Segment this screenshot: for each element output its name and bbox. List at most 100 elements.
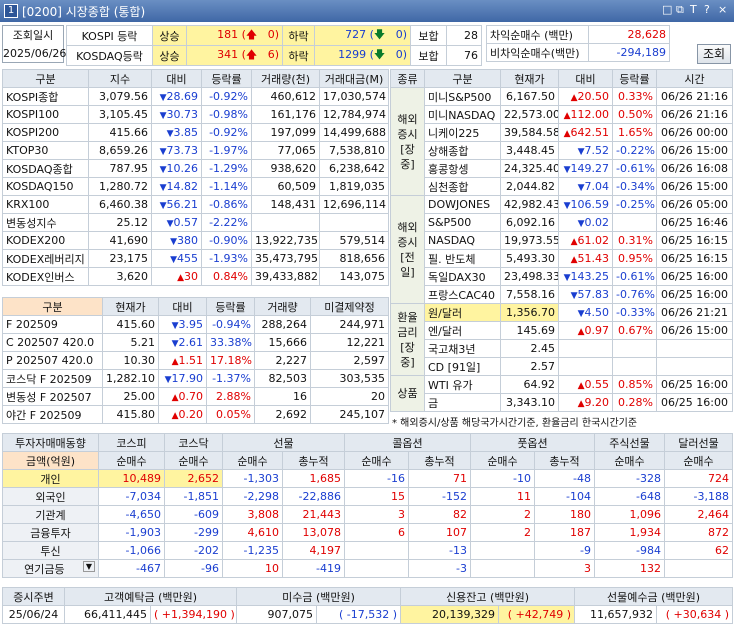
table-row[interactable]: 상품 WTI 유가 64.92 ▲0.55 0.85% 06/25 16:00 (390, 375, 733, 412)
down-triangle-icon: ▼ (170, 255, 177, 265)
table-row[interactable]: F 202509 415.60 ▼3.95 -0.94% 288,264 244… (2, 315, 389, 334)
table-row[interactable]: 심천종합 2,044.82 ▼7.04 -0.34% 06/26 15:00 (391, 177, 733, 196)
col-header: 선물 (222, 433, 345, 452)
table-row[interactable]: 니케이225 39,584.58 ▲642.51 1.65% 06/26 00:… (391, 123, 733, 142)
close-icon[interactable]: × (718, 3, 727, 16)
table-row[interactable]: 국고채3년 2.45 (391, 339, 733, 358)
table-row[interactable]: KODEX200 41,690 ▼380 -0.90% 13,922,735 5… (2, 231, 389, 250)
table-row[interactable]: 상해종합 3,448.45 ▼7.52 -0.22% 06/26 15:00 (391, 141, 733, 160)
world-name: 독일DAX30 (424, 267, 501, 286)
table-row[interactable]: NASDAQ 19,973.55 ▲61.02 0.31% 06/25 16:1… (391, 231, 733, 250)
table-row[interactable]: 투신 -1,066 -202 -1,235 4,197 -13 -9 -984 62 (2, 541, 733, 560)
table-row[interactable]: KODEX인버스 3,620 ▲30 0.84% 39,433,882 143,… (2, 267, 389, 286)
table-row[interactable]: KOSDAQ150 1,280.72 ▼14.82 -1.14% 60,509 … (2, 177, 389, 196)
table-row[interactable]: 해외 증시 [전일] DOWJONES 42,982.43 ▼106.59 -0… (390, 195, 733, 304)
world-change: ▲9.20 (558, 393, 613, 412)
investor-value: 132 (594, 559, 665, 578)
world-rate: -0.61% (612, 267, 657, 286)
col-subheader: 총누적 (408, 451, 471, 470)
table-row[interactable]: P 202507 420.0 10.30 ▲1.51 17.18% 2,227 … (2, 351, 389, 370)
table-row[interactable]: 개인 10,489 2,652 -1,303 1,685 -16 71 -10 -48 -328… (2, 469, 733, 488)
investor-value: -152 (408, 487, 471, 506)
index-volume: 39,433,882 (251, 267, 320, 286)
query-button[interactable]: 조회 (697, 44, 731, 64)
investor-type: ▼ 연기금등 (2, 559, 99, 578)
index-volume: 35,473,795 (251, 249, 320, 268)
investor-value: 724 (664, 469, 733, 488)
index-name: KOSPI100 (2, 105, 89, 124)
table-row[interactable]: KOSPI종합 3,079.56 ▼28.69 -0.92% 460,612 1… (2, 87, 389, 106)
index-change: ▼14.82 (151, 177, 202, 196)
table-row[interactable]: S&P500 6,092.16 ▼0.02 06/25 16:46 (391, 213, 733, 232)
index-value: 8,659.26 (88, 141, 152, 160)
index-rate: -1.29% (201, 159, 252, 178)
table-row[interactable]: 독일DAX30 23,498.33 ▼143.25 -0.61% 06/25 1… (391, 267, 733, 286)
date-value: 2025/06/26 (3, 47, 67, 60)
col-header: 증시주변 (2, 587, 65, 606)
col-header: 대비 (158, 297, 207, 316)
investor-value: -22,886 (282, 487, 345, 506)
world-rate: 0.67% (612, 321, 657, 340)
table-row[interactable]: 홍콩항셍 24,325.40 ▼149.27 -0.61% 06/26 16:0… (391, 159, 733, 178)
index-change: ▼10.26 (151, 159, 202, 178)
nonarbitrage-label: 비차익순매수(백만) (486, 43, 589, 62)
table-row[interactable]: KRX100 6,460.38 ▼56.21 -0.86% 148,431 12… (2, 195, 389, 214)
investor-value: -1,903 (98, 523, 165, 542)
col-header: 등락률 (612, 69, 657, 88)
world-price: 24,325.40 (500, 159, 559, 178)
index-rate: 0.84% (201, 267, 252, 286)
index-rate: -1.93% (201, 249, 252, 268)
table-row[interactable]: ▼ 연기금등 -467 -96 10 -419 -3 3 132 (2, 559, 733, 578)
table-row[interactable]: 야간 F 202509 415.80 ▲0.20 0.05% 2,692 245… (2, 405, 389, 424)
date-box: 조회일시 2025/06/26 (2, 25, 67, 63)
futures-name: 변동성 F 202507 (2, 387, 103, 406)
table-row[interactable]: 금융투자 -1,903 -299 4,610 13,078 6 107 2 187 1,934 8… (2, 523, 733, 542)
down-triangle-icon: ▼ (577, 309, 585, 319)
table-row[interactable]: KOSPI200 415.66 ▼3.85 -0.92% 197,099 14,… (2, 123, 389, 142)
window-icon-2[interactable]: ⧉ (676, 3, 684, 17)
world-table: 종류 구분 현재가 대비 등락률 시간 해외 증시 [장중] 미니S&P500 … (390, 69, 733, 431)
futures-price: 10.30 (102, 351, 159, 370)
window-icon-1[interactable]: □ (662, 3, 672, 16)
table-row[interactable]: 변동성지수 25.12 ▼0.57 -2.22% (2, 213, 389, 232)
table-row[interactable]: KTOP30 8,659.26 ▼73.73 -1.97% 77,065 7,5… (2, 141, 389, 160)
col-header: 미수금 (백만원) (236, 587, 402, 606)
table-row[interactable]: KOSPI100 3,105.45 ▼30.73 -0.98% 161,176 … (2, 105, 389, 124)
help-icon[interactable]: ? (704, 3, 710, 16)
index-change: ▼73.73 (151, 141, 202, 160)
world-name: DOWJONES (424, 195, 501, 214)
table-row[interactable]: 외국인 -7,034 -1,851 -2,298 -22,886 15 -152 11 -10… (2, 487, 733, 506)
down-triangle-icon: ▼ (563, 201, 571, 211)
table-row[interactable]: KOSDAQ종합 787.95 ▼10.26 -1.29% 938,620 6,… (2, 159, 389, 178)
table-row[interactable]: 미니NASDAQ 22,573.00 ▲112.00 0.50% 06/26 2… (391, 105, 733, 124)
table-row[interactable]: CD [91일] 2.57 (391, 357, 733, 376)
table-row[interactable]: 프랑스CAC40 7,558.16 ▼57.83 -0.76% 06/25 16… (391, 285, 733, 304)
table-row[interactable]: 코스닥 F 202509 1,282.10 ▼17.90 -1.37% 82,5… (2, 369, 389, 388)
table-row[interactable]: 필. 반도체 5,493.30 ▲51.43 0.95% 06/25 16:15 (391, 249, 733, 268)
table-row[interactable]: 해외 증시 [장중] 미니S&P500 6,167.50 ▲20.50 0.33… (390, 87, 733, 196)
hold-count: 28 (446, 25, 482, 46)
table-row[interactable]: 기관계 -4,650 -609 3,808 21,443 3 82 2 180 1,096 2,4… (2, 505, 733, 524)
world-price: 23,498.33 (500, 267, 559, 286)
table-row[interactable]: 환율 금리 [장중] 원/달러 1,356.70 ▼4.50 -0.33% 06… (390, 303, 733, 376)
world-change: ▼106.59 (558, 195, 613, 214)
table-row[interactable]: C 202507 420.0 5.21 ▼2.61 33.38% 15,666 … (2, 333, 389, 352)
table-row[interactable]: 금 3,343.10 ▲9.20 0.28% 06/25 16:00 (391, 393, 733, 412)
window-icon-3[interactable]: T (690, 3, 697, 16)
col-header: 구분 (424, 69, 501, 88)
window-number: 1 (4, 4, 18, 18)
investor-value: 1,685 (282, 469, 345, 488)
group-label: 상품 (390, 375, 425, 412)
up-triangle-icon: ▲ (577, 327, 585, 337)
investor-value: -4,650 (98, 505, 165, 524)
chevron-down-icon[interactable]: ▼ (82, 560, 95, 572)
table-row[interactable]: 엔/달러 145.69 ▲0.97 0.67% 06/26 15:00 (391, 321, 733, 340)
futures-volume: 288,264 (254, 315, 311, 334)
table-row[interactable]: 변동성 F 202507 25.00 ▲0.70 2.88% 16 20 (2, 387, 389, 406)
futures-open-interest: 12,221 (310, 333, 389, 352)
down-count: 727 (🡇 0) (314, 25, 411, 46)
table-row[interactable]: KODEX레버리지 23,175 ▼455 -1.93% 35,473,795 … (2, 249, 389, 268)
index-change: ▼56.21 (151, 195, 202, 214)
index-name: KRX100 (2, 195, 89, 214)
world-name: 프랑스CAC40 (424, 285, 501, 304)
